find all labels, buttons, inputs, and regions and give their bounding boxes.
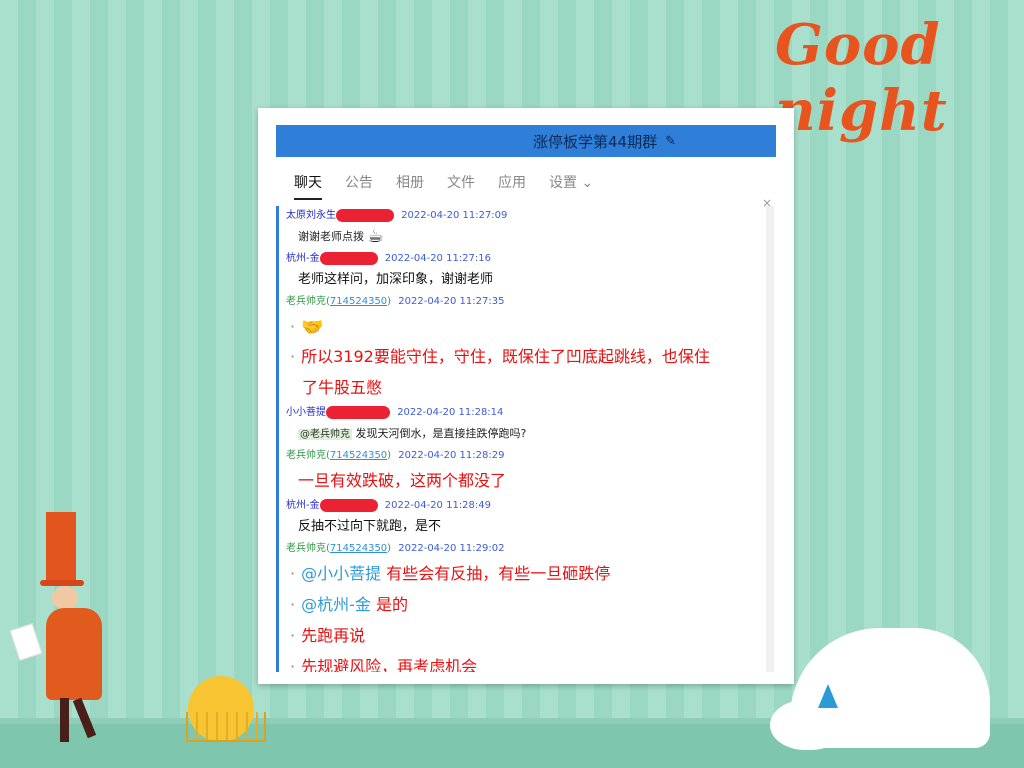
message-text: 有些会有反抽，有些一旦砸跌停 [386,564,611,583]
message-text: 反抽不过向下就跑，是不 [298,519,442,534]
sender-name[interactable]: 老兵帅克 [286,450,326,461]
bullet: · [290,317,296,336]
message-header: 老兵帅克(714524350) 2022-04-20 11:28:29 [286,446,756,465]
qq-number[interactable]: 714524350 [330,450,387,461]
mention[interactable]: @杭州-金 [301,595,371,614]
message-header: 太原刘永生 2022-04-20 11:27:09 [286,206,756,225]
tab-bar: 聊天 公告 相册 文件 应用 设置 ⌄ [294,172,616,200]
redaction-mark [319,498,378,512]
boy-hat-brim [40,580,84,586]
message-text: 是的 [375,595,408,614]
tab-album[interactable]: 相册 [396,172,424,200]
wechat-icon [792,710,818,732]
boy-leg [60,698,69,742]
paren: ) [387,543,392,554]
message-text: 一旦有效跌破，这两个都没了 [298,471,507,490]
mention[interactable]: @小小菩提 [301,564,381,583]
bullet: · [290,564,296,583]
sender-name[interactable]: 小小菩提 [286,407,326,418]
watermark: 牛股异动监控 [792,706,952,736]
message-line: · 所以3192要能守住，守住，既保住了凹底起跳线，也保住 [286,341,756,372]
shopping-cart [186,712,266,742]
timestamp: 2022-04-20 11:27:09 [401,210,508,221]
timestamp: 2022-04-20 11:28:29 [398,450,505,461]
qq-number[interactable]: 714524350 [330,543,387,554]
pencil-icon[interactable]: ✎ [665,134,676,149]
sender-name[interactable]: 老兵帅克 [286,543,326,554]
message-text: 先规避风险，再考虑机会 [301,657,478,672]
watermark-text: 牛股异动监控 [826,710,952,734]
redaction-mark [326,405,390,419]
group-title-bar: 涨停板学第44期群 ✎ [276,125,776,157]
bullet: · [290,347,296,366]
message-header: 杭州-金 2022-04-20 11:27:16 [286,249,756,268]
message-header: 杭州-金 2022-04-20 11:28:49 [286,496,756,515]
redaction-mark [319,251,378,265]
tab-files[interactable]: 文件 [447,172,475,200]
coffee-icon: ☕ [367,226,384,247]
tab-apps[interactable]: 应用 [498,172,526,200]
party-hat [818,684,838,708]
paren: ) [387,296,392,307]
timestamp: 2022-04-20 11:27:16 [384,253,492,264]
scrollbar[interactable] [766,206,774,672]
message-text: 所以3192要能守住，守住，既保住了凹底起跳线，也保住 [301,347,710,366]
message-line: · 先规避风险，再考虑机会 [286,651,756,672]
sender-name[interactable]: 太原刘永生 [286,210,336,221]
message-line: 发现天河倒水，是直接挂跌停跑吗? [355,427,527,440]
accent-rail [276,206,279,672]
bullet: · [290,657,296,672]
sender-name[interactable]: 杭州-金 [286,500,320,511]
message-text: 谢谢老师点拨 ☕ [286,225,756,249]
boy-head [52,586,78,610]
message-line: · @杭州-金 是的 [286,589,756,620]
redaction-mark [336,208,394,222]
timestamp: 2022-04-20 11:28:49 [384,500,492,511]
timestamp: 2022-04-20 11:27:35 [398,296,505,307]
message-header: 老兵帅克(714524350) 2022-04-20 11:27:35 [286,292,756,311]
message-line: · @小小菩提 有些会有反抽，有些一旦砸跌停 [286,558,756,589]
chat-window: 涨停板学第44期群 ✎ 聊天 公告 相册 文件 应用 设置 ⌄ × 太原刘永生 … [258,108,794,684]
message-line: 了牛股五憋 [302,378,383,397]
handshake-icon: 🤝 [301,317,324,338]
message-text: @老兵帅克 发现天河倒水，是直接挂跌停跑吗? [286,422,756,446]
message-text: 老师这样问，加深印象，谢谢老师 [298,272,494,287]
group-title: 涨停板学第44期群 [533,132,658,151]
message-header: 老兵帅克(714524350) 2022-04-20 11:29:02 [286,539,756,558]
mention-chip[interactable]: @老兵帅克 [298,429,352,440]
qq-number[interactable]: 714524350 [330,296,387,307]
sender-name[interactable]: 杭州-金 [286,253,320,264]
chevron-down-icon: ⌄ [581,175,594,191]
tab-announcement[interactable]: 公告 [345,172,373,200]
message-line: · 🤝 [286,311,756,341]
message-line: · 先跑再说 [286,620,756,651]
message-text: 先跑再说 [301,626,366,645]
bullet: · [290,595,296,614]
message-header: 小小菩提 2022-04-20 11:28:14 [286,403,756,422]
timestamp: 2022-04-20 11:28:14 [397,407,504,418]
sender-name[interactable]: 老兵帅克 [286,296,326,307]
message-line: 一旦有效跌破，这两个都没了 [286,465,756,496]
tab-settings[interactable]: 设置 ⌄ [549,172,593,200]
boy-coat [46,608,102,700]
bullet: · [290,626,296,645]
message-list[interactable]: 太原刘永生 2022-04-20 11:27:09 谢谢老师点拨 ☕ 杭州-金 … [276,206,776,672]
good-night-title: Good night [775,12,948,144]
message-line: 谢谢老师点拨 [298,230,364,243]
boy-hat [46,512,76,584]
paper-sheet [9,623,43,661]
tab-settings-label: 设置 [549,175,577,191]
timestamp: 2022-04-20 11:29:02 [398,543,505,554]
paren: ) [387,450,392,461]
tab-chat[interactable]: 聊天 [294,172,322,200]
